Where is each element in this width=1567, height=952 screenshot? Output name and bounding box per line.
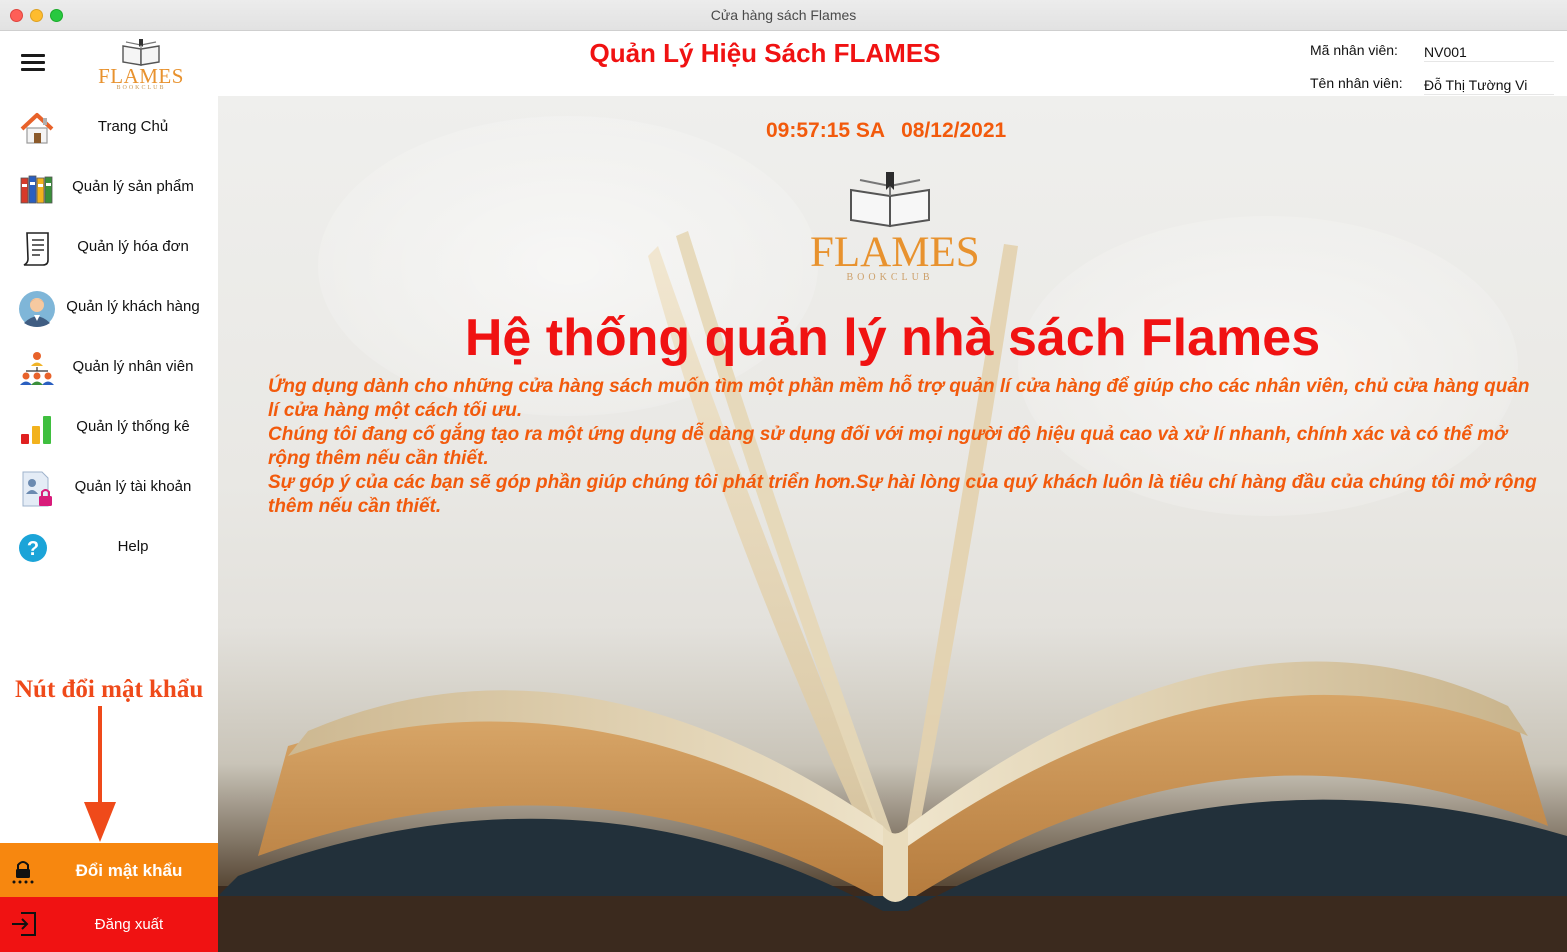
sidebar-item-label: Quản lý khách hàng — [66, 298, 200, 315]
bar-chart-icon — [21, 416, 51, 444]
description-block: Ứng dụng dành cho những cửa hàng sách mu… — [268, 375, 1538, 519]
sidebar-item-products[interactable]: Quản lý sản phẩm — [0, 158, 218, 216]
window-title: Cửa hàng sách Flames — [710, 7, 857, 23]
logo-subtext: BOOKCLUB — [846, 272, 934, 283]
clock-display: 09:57:15 SA 08/12/2021 — [766, 119, 1022, 143]
employee-name-field[interactable] — [1424, 73, 1554, 95]
home-icon — [20, 113, 54, 144]
sidebar-item-accounts[interactable]: Quản lý tài khoản — [0, 458, 218, 516]
employee-id-label: Mã nhân viên: — [1310, 42, 1398, 58]
sidebar-item-home[interactable]: Trang Chủ — [0, 98, 218, 156]
sidebar-item-employees[interactable]: Quản lý nhân viên — [0, 338, 218, 396]
logout-button[interactable]: Đăng xuất — [0, 897, 218, 952]
sidebar-item-statistics[interactable]: Quản lý thống kê — [0, 398, 218, 456]
logout-icon — [12, 912, 36, 936]
app-title: Quản Lý Hiệu Sách FLAMES — [589, 38, 941, 68]
description-paragraph: Chúng tôi đang cố gắng tạo ra một ứng dụ… — [268, 424, 1507, 469]
arrow-down-icon — [84, 706, 116, 842]
employee-id-field[interactable] — [1424, 40, 1554, 62]
logo-text: FLAMES — [810, 229, 980, 276]
sidebar-item-label: Quản lý nhân viên — [72, 358, 194, 375]
svg-text:?: ? — [27, 538, 39, 560]
open-book-logo-icon — [850, 172, 930, 228]
current-time: 09:57:15 SA — [766, 119, 886, 142]
customer-icon — [19, 291, 55, 327]
change-password-button[interactable]: Đổi mật khẩu — [0, 843, 218, 897]
app-window: Cửa hàng sách Flames FLAMES BOOKCLUB Quả… — [0, 0, 1567, 952]
description-paragraph: Ứng dụng dành cho những cửa hàng sách mu… — [268, 376, 1530, 421]
sidebar-item-label: Trang Chủ — [97, 118, 169, 135]
sidebar-item-label: Help — [117, 538, 149, 555]
hamburger-menu-icon[interactable] — [21, 54, 45, 72]
employees-icon — [20, 352, 54, 385]
invoice-icon — [23, 232, 49, 266]
title-bar: Cửa hàng sách Flames — [0, 0, 1567, 31]
employee-name-label: Tên nhân viên: — [1310, 75, 1403, 91]
logout-label: Đăng xuất — [94, 916, 164, 933]
sidebar-item-label: Quản lý hóa đơn — [77, 238, 189, 255]
open-book-icon — [122, 39, 160, 66]
change-password-annotation: Nút đổi mật khẩu — [15, 676, 204, 703]
account-lock-icon — [22, 471, 52, 507]
main-content: 09:57:15 SA 08/12/2021 FLAMES BOOKCLUB Hệ… — [218, 96, 1567, 952]
flames-logo-large: FLAMES BOOKCLUB — [810, 168, 980, 288]
books-icon — [20, 175, 53, 204]
main-heading: Hệ thống quản lý nhà sách Flames — [464, 309, 1321, 367]
sidebar-item-label: Quản lý thống kê — [76, 418, 190, 435]
sidebar-item-label: Quản lý sản phẩm — [72, 178, 194, 195]
description-paragraph: Sự góp ý của các bạn sẽ góp phần giúp ch… — [268, 472, 1537, 517]
logo-subtext: BOOKCLUB — [116, 85, 166, 91]
current-date: 08/12/2021 — [901, 119, 1007, 142]
help-icon: ? — [19, 534, 47, 562]
padlock-icon — [12, 861, 34, 884]
sidebar-item-customers[interactable]: Quản lý khách hàng — [0, 278, 218, 336]
flames-logo-small: FLAMES BOOKCLUB — [90, 36, 192, 92]
sidebar-item-help[interactable]: ? Help — [0, 518, 218, 576]
change-password-label: Đổi mật khẩu — [75, 861, 183, 880]
sidebar-item-label: Quản lý tài khoản — [74, 478, 192, 495]
sidebar-item-invoices[interactable]: Quản lý hóa đơn — [0, 218, 218, 276]
